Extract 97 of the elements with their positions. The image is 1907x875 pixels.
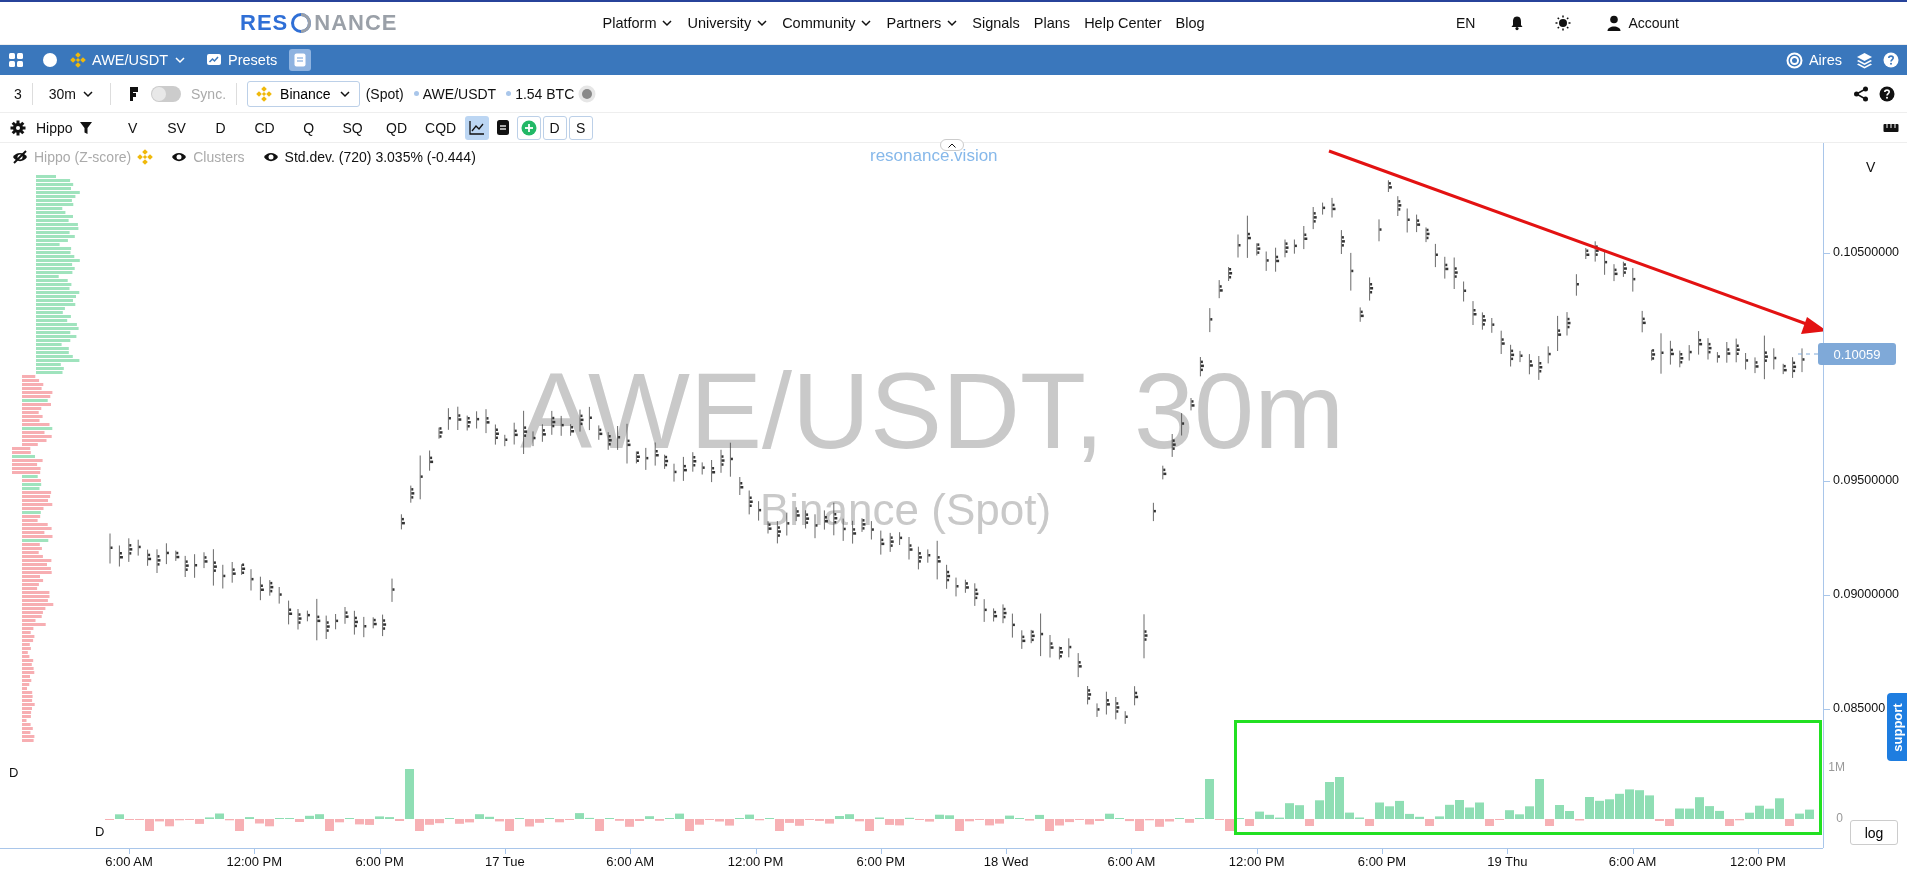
time-label: 6:00 AM: [1608, 854, 1657, 869]
nav-link[interactable]: Help Center: [1084, 15, 1162, 31]
time-label: 6:00 PM: [355, 854, 404, 869]
legend-label: Clusters: [193, 149, 245, 165]
legend-label: Std.dev. (720) 3.035% (-0.444): [284, 149, 476, 165]
pair-label: AWE/USDT: [422, 85, 497, 102]
legend-label: Hippo (Z-score): [34, 149, 132, 165]
time-label: 19 Thu: [1487, 854, 1528, 869]
assistant-button[interactable]: Aires: [1785, 51, 1842, 69]
ruler-icon: [1883, 122, 1899, 133]
nav-menu[interactable]: Platform: [602, 15, 674, 31]
time-label: 6:00 AM: [606, 854, 655, 869]
share-icon: [1853, 85, 1869, 102]
axis-title: V: [1866, 159, 1876, 175]
collapse-button[interactable]: [940, 139, 964, 151]
sun-icon: [1555, 15, 1572, 31]
presets-button[interactable]: Presets: [206, 52, 278, 68]
indicator-tab[interactable]: CD: [242, 115, 287, 140]
indicator-tab[interactable]: SQ: [330, 115, 375, 140]
chevron-icon: [174, 55, 186, 65]
delta-label: 1M: [1828, 760, 1845, 774]
volume-label: 1.54 BTC: [515, 85, 575, 102]
last-price-line: [1797, 353, 1821, 355]
support-tab[interactable]: support: [1887, 693, 1907, 761]
pane-label: D: [95, 824, 105, 839]
pane-label: D: [9, 765, 19, 780]
ring-icon: [1785, 51, 1803, 69]
chevron-icon: [82, 88, 95, 99]
log-scale-button[interactable]: log: [1850, 820, 1898, 845]
document-icon: [294, 53, 307, 67]
toggle-button[interactable]: D: [542, 115, 567, 140]
preset-label: Hippo: [36, 119, 73, 136]
help-icon: [1879, 85, 1895, 102]
time-label: 12:00 PM: [226, 854, 283, 869]
toggle-button[interactable]: S: [568, 115, 593, 140]
time-label: 6:00 AM: [1107, 854, 1156, 869]
grid-icon: [8, 52, 24, 68]
nav-link[interactable]: Blog: [1175, 15, 1205, 31]
status-dot-icon: [578, 84, 597, 103]
indicator-tab[interactable]: D: [198, 115, 243, 140]
plus-icon: [520, 119, 537, 136]
chevron-icon: [756, 18, 769, 28]
interval-dropdown[interactable]: 30m: [48, 85, 95, 102]
nav-menu[interactable]: Community: [782, 15, 873, 31]
notes-button[interactable]: [289, 49, 312, 71]
chevron-icon: [946, 18, 959, 28]
time-label: 12:00 PM: [1730, 854, 1786, 869]
chevron-icon: [661, 18, 674, 28]
time-label: 18 Wed: [983, 854, 1029, 869]
market-label: (Spot): [365, 85, 404, 102]
nav-link[interactable]: Plans: [1033, 15, 1071, 31]
indicator-tab[interactable]: QD: [374, 115, 419, 140]
chevron-icon: [338, 88, 351, 99]
indicator-tab[interactable]: V: [110, 115, 155, 140]
exchange-icon: [256, 85, 273, 102]
time-label: 12:00 PM: [727, 854, 784, 869]
exchange-dropdown[interactable]: Binance: [247, 80, 360, 107]
circle-icon: [42, 52, 58, 68]
sync-toggle[interactable]: [151, 85, 182, 102]
nav-menu[interactable]: University: [687, 15, 769, 31]
symbol-dropdown[interactable]: AWE/USDT: [70, 52, 186, 68]
price-label: 0.09500000: [1833, 473, 1900, 487]
person-icon: [1607, 15, 1622, 31]
filter-icon: [78, 120, 93, 135]
line-chart-button[interactable]: [464, 115, 489, 140]
exchange-icon: [70, 52, 86, 68]
time-label: 17 Tue: [485, 854, 525, 869]
line-chart-icon: [468, 120, 485, 135]
layout-count-button[interactable]: 3: [14, 85, 22, 102]
price-label: 0.10500000: [1833, 245, 1900, 259]
last-price-tag: 0.10059: [1818, 343, 1896, 365]
indicator-tab[interactable]: CQD: [418, 115, 463, 140]
layers-icon: [1856, 51, 1873, 69]
settings-icon: [10, 119, 26, 136]
time-label: 6:00 AM: [105, 854, 153, 869]
delta-label: 0: [1836, 811, 1843, 825]
nav-menu[interactable]: Partners: [886, 15, 959, 31]
chevron-icon: [860, 18, 873, 28]
chart-screen-icon: [206, 52, 222, 68]
logo-text: RES: [240, 10, 289, 36]
document-icon: [496, 120, 509, 135]
indicator-tab[interactable]: Q: [286, 115, 331, 140]
logo-ring-icon: [290, 12, 313, 34]
language-button[interactable]: EN: [1455, 15, 1476, 31]
time-label: 12:00 PM: [1228, 854, 1285, 869]
time-label: 6:00 PM: [1357, 854, 1407, 869]
account-button[interactable]: Account: [1601, 14, 1685, 32]
caret-icon: [948, 142, 956, 148]
logo-text: NANCE: [314, 10, 398, 36]
sync-label: Sync.: [191, 85, 227, 102]
price-label: 0.09000000: [1833, 587, 1900, 601]
price-label: 0.085000: [1833, 701, 1886, 715]
help-icon: [1883, 52, 1899, 68]
nav-link[interactable]: Signals: [972, 15, 1020, 31]
indicator-tab[interactable]: SV: [154, 115, 199, 140]
time-label: 6:00 PM: [856, 854, 905, 869]
brand-label: resonance.vision: [870, 146, 998, 166]
